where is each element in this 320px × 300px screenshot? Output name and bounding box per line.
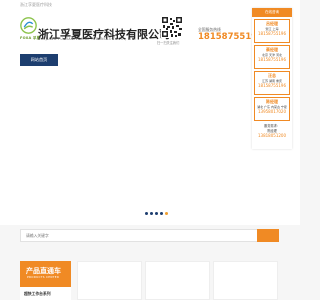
product-card[interactable] (77, 261, 142, 300)
company-logo-icon[interactable] (20, 17, 37, 34)
carousel-dot[interactable] (155, 212, 158, 215)
service-need: 服务需求： 陈经理 13818051200 (254, 123, 290, 138)
carousel-dots (145, 212, 168, 215)
product-card[interactable] (145, 261, 210, 300)
service-phone[interactable]: 13818051200 (254, 133, 290, 138)
search-bar (20, 229, 279, 242)
contact-card[interactable]: 吕经理 浙江 上海 18158755196 (254, 19, 290, 43)
qr-label: 扫一扫关注我们 (157, 41, 180, 45)
nav-home-button[interactable]: 网站首页 (20, 54, 58, 66)
products-category-box: 超快工作台系列 (20, 287, 71, 300)
carousel-dot-active[interactable] (165, 212, 168, 215)
search-input[interactable] (21, 230, 257, 241)
contact-phone[interactable]: 18158755196 (255, 83, 289, 88)
contact-phone[interactable]: 18158755196 (255, 57, 289, 62)
product-card[interactable] (213, 261, 278, 300)
qr-code-icon (161, 16, 183, 38)
panel-title: 在线咨询 (252, 8, 292, 17)
contact-phone[interactable]: 13958017020 (255, 109, 289, 114)
contact-phone[interactable]: 18158755196 (255, 31, 289, 36)
contact-card[interactable]: 汪总 江苏 湖南 重庆 18158755196 (254, 71, 290, 95)
carousel-dot[interactable] (145, 212, 148, 215)
contact-card[interactable]: 蔡经理 北京 天津 河北 18158755196 (254, 45, 290, 69)
contact-card[interactable]: 陈经理 湖北 广东 内蒙古 宁夏 13958017020 (254, 97, 290, 121)
company-name-en: ZHEJIANG FU XIA MEDICAL TECHNOLOGY CO., … (38, 37, 137, 41)
carousel-dot[interactable] (160, 212, 163, 215)
products-category[interactable]: 超快工作台系列 (24, 291, 51, 297)
products-subtitle: PRODUCTS CENTER (27, 275, 60, 279)
top-bar-text: 浙江孚夏医疗科技 (20, 2, 52, 7)
online-consult-panel: 在线咨询 吕经理 浙江 上海 18158755196 蔡经理 北京 天津 河北 … (252, 8, 292, 149)
carousel-dot[interactable] (150, 212, 153, 215)
search-button[interactable] (257, 229, 279, 242)
